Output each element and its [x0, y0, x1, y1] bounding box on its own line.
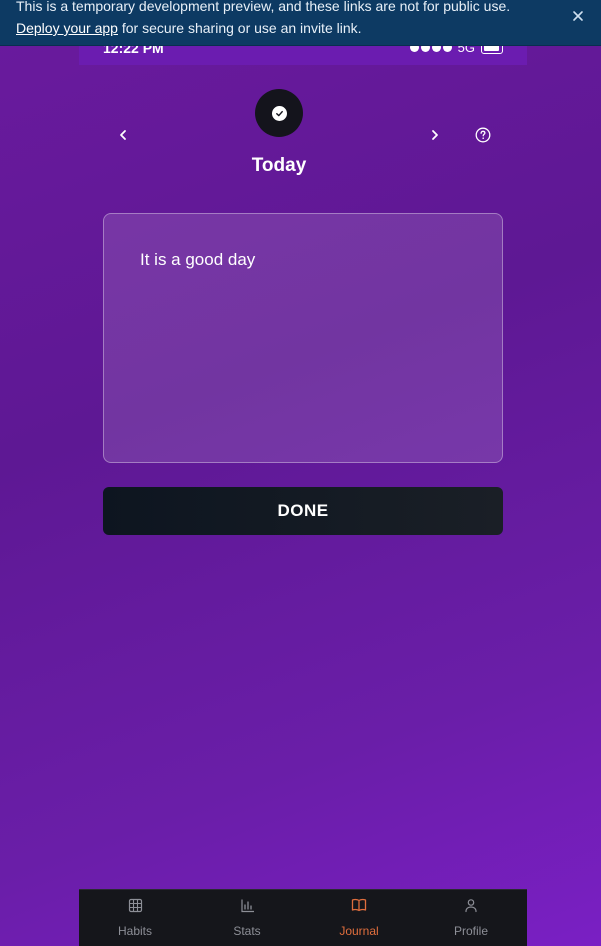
preview-banner: This is a temporary development preview,… [0, 0, 601, 46]
banner-message: This is a temporary development preview,… [16, 0, 511, 14]
tab-habits[interactable]: Habits [79, 890, 191, 946]
signal-icon [409, 46, 452, 52]
banner-suffix: for secure sharing or use an invite link… [117, 20, 362, 36]
grid-icon [127, 897, 143, 913]
tab-profile[interactable]: Profile [415, 890, 527, 946]
deploy-app-link[interactable]: Deploy your app [16, 20, 118, 36]
tab-stats-label: Stats [233, 924, 261, 938]
bottom-tab-bar: Habits Stats Journal Profile [79, 889, 527, 946]
book-open-icon [351, 897, 367, 913]
page-title: Today [251, 155, 307, 176]
tab-profile-label: Profile [453, 924, 488, 938]
chevron-right-icon[interactable] [424, 124, 446, 146]
status-indicators: 5G [409, 46, 503, 55]
battery-icon [481, 46, 503, 54]
tab-journal-label: Journal [339, 924, 379, 938]
journal-entry-text: It is a good day [140, 250, 256, 269]
network-label: 5G [457, 46, 475, 55]
tab-stats[interactable]: Stats [191, 890, 303, 946]
banner-line-2: Deploy your app for secure sharing or us… [16, 20, 362, 36]
journal-entry-input[interactable]: It is a good day [103, 213, 503, 463]
done-button[interactable]: DONE [103, 487, 503, 535]
bar-chart-icon [239, 897, 255, 913]
check-badge-icon [271, 105, 287, 121]
user-icon [463, 897, 479, 913]
app-logo [255, 89, 303, 137]
help-circle-icon[interactable] [472, 124, 494, 146]
status-time: 12:22 PM [103, 46, 164, 56]
chevron-left-icon[interactable] [112, 124, 134, 146]
status-bar: 12:22 PM 5G [79, 46, 527, 65]
tab-habits-label: Habits [117, 924, 152, 938]
close-icon[interactable] [569, 9, 587, 27]
tab-journal[interactable]: Journal [303, 890, 415, 946]
